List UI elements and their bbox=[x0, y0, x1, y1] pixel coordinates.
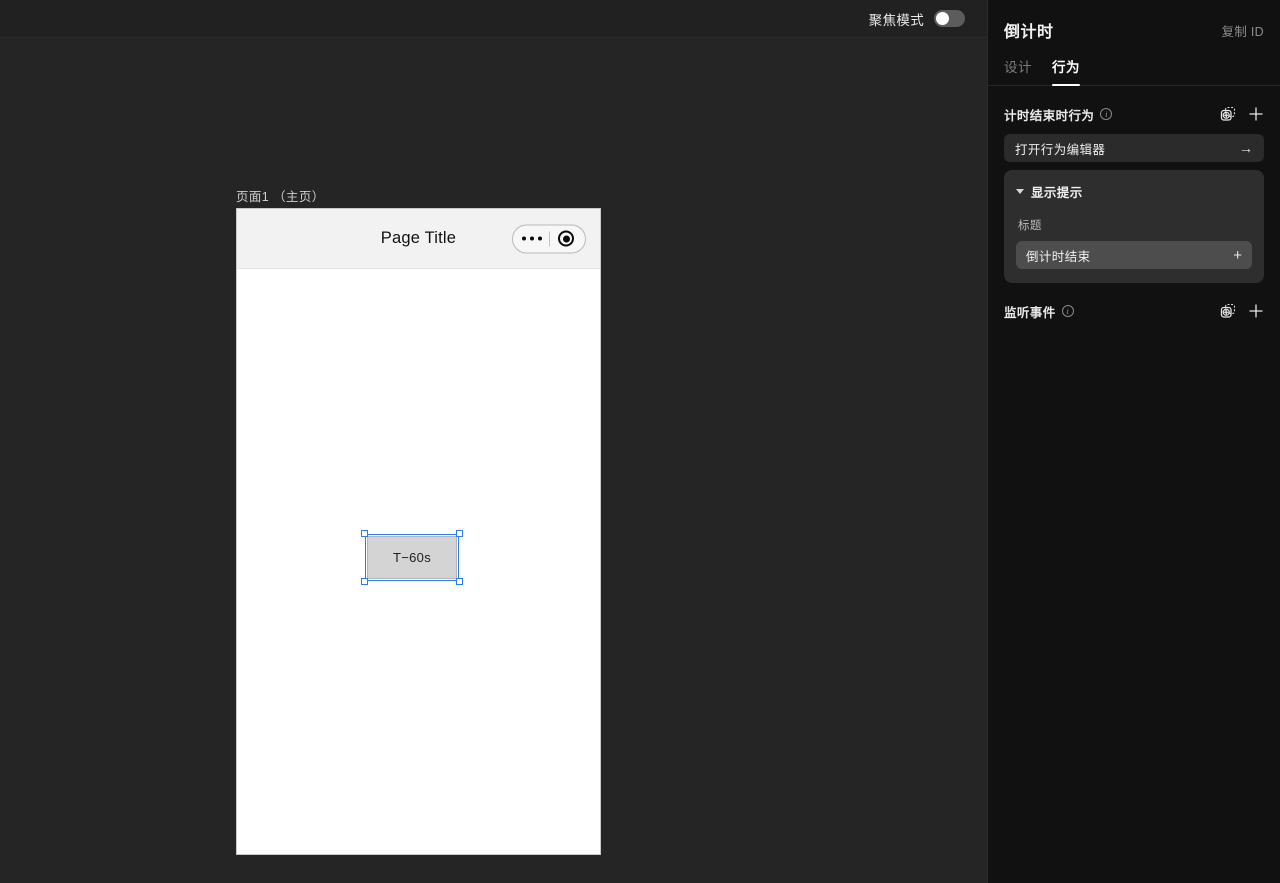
phone-body[interactable]: T−60s bbox=[237, 269, 600, 854]
properties-panel: 倒计时 复制 ID 设计 行为 计时结束时行为 i 打开行为编辑器 → 显示提示… bbox=[987, 0, 1280, 883]
selection-outline bbox=[365, 534, 459, 581]
resize-handle-top-left[interactable] bbox=[361, 530, 368, 537]
target-circle-icon[interactable] bbox=[550, 230, 583, 247]
panel-title: 倒计时 bbox=[1004, 24, 1054, 41]
phone-preview-frame[interactable]: Page Title T−60s bbox=[236, 208, 601, 855]
arrow-right-icon: → bbox=[1239, 140, 1253, 156]
info-circle-icon[interactable]: i bbox=[1061, 305, 1074, 317]
panel-header: 倒计时 复制 ID bbox=[988, 0, 1280, 42]
resize-handle-top-right[interactable] bbox=[456, 530, 463, 537]
open-behavior-editor-button[interactable]: 打开行为编辑器 → bbox=[1004, 134, 1264, 162]
plus-icon[interactable] bbox=[1248, 106, 1264, 122]
open-behavior-editor-label: 打开行为编辑器 bbox=[1015, 142, 1106, 157]
section-header: 监听事件 i bbox=[1004, 291, 1264, 331]
app-root: 聚焦模式 页面1 （主页） Page Title T−60s 倒计时 复制 ID… bbox=[0, 0, 1280, 883]
miniprogram-capsule[interactable] bbox=[512, 224, 586, 253]
field-label-title: 标题 bbox=[1018, 220, 1042, 232]
add-from-library-icon[interactable] bbox=[1220, 303, 1236, 319]
title-input[interactable]: 倒计时结束 + bbox=[1016, 241, 1252, 269]
chevron-down-icon[interactable] bbox=[1016, 189, 1024, 194]
info-circle-icon[interactable]: i bbox=[1100, 108, 1113, 120]
page-label: 页面1 （主页） bbox=[236, 190, 325, 204]
selected-element-wrapper[interactable]: T−60s bbox=[361, 530, 463, 585]
phone-nav-title: Page Title bbox=[380, 229, 457, 247]
tab-behavior[interactable]: 行为 bbox=[1052, 56, 1080, 86]
panel-tabs: 设计 行为 bbox=[988, 42, 1280, 86]
section-header: 计时结束时行为 i bbox=[1004, 94, 1264, 134]
canvas-toolbar: 聚焦模式 bbox=[0, 0, 987, 38]
toggle-knob bbox=[936, 12, 949, 25]
more-dots-icon[interactable] bbox=[516, 236, 549, 241]
card-title: 显示提示 bbox=[1031, 186, 1083, 200]
focus-mode-toggle[interactable] bbox=[934, 10, 965, 27]
canvas-area[interactable]: 聚焦模式 页面1 （主页） Page Title T−60s bbox=[0, 0, 987, 883]
section-title: 计时结束时行为 bbox=[1004, 108, 1095, 123]
insert-variable-plus-icon[interactable]: + bbox=[1233, 248, 1242, 263]
section-listen-events: 监听事件 i bbox=[988, 283, 1280, 331]
plus-icon[interactable] bbox=[1248, 303, 1264, 319]
card-header[interactable]: 显示提示 bbox=[1016, 182, 1252, 201]
resize-handle-bottom-right[interactable] bbox=[456, 578, 463, 585]
section-timer-end-behavior: 计时结束时行为 i 打开行为编辑器 → 显示提示 标题 倒计时结束 + bbox=[988, 86, 1280, 283]
add-from-library-icon[interactable] bbox=[1220, 106, 1236, 122]
focus-mode-label: 聚焦模式 bbox=[868, 12, 924, 28]
tab-design[interactable]: 设计 bbox=[1004, 56, 1032, 85]
focus-mode-control[interactable]: 聚焦模式 bbox=[869, 9, 965, 29]
phone-nav-bar: Page Title bbox=[237, 209, 600, 269]
copy-id-button[interactable]: 复制 ID bbox=[1222, 21, 1264, 40]
behavior-card-show-toast: 显示提示 标题 倒计时结束 + bbox=[1004, 170, 1264, 283]
resize-handle-bottom-left[interactable] bbox=[361, 578, 368, 585]
section-title: 监听事件 bbox=[1004, 305, 1056, 320]
title-input-value: 倒计时结束 bbox=[1026, 249, 1091, 264]
